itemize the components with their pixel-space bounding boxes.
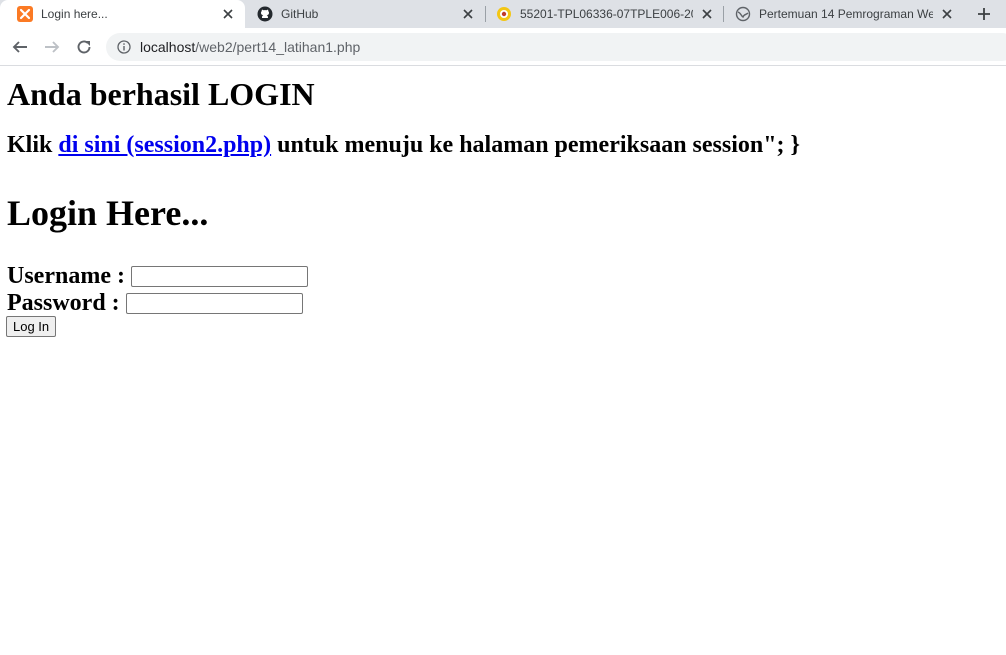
tab-elearning[interactable]: 55201-TPL06336-07TPLE006-202 bbox=[479, 0, 724, 28]
github-icon bbox=[257, 6, 273, 22]
session2-link[interactable]: di sini (session2.php) bbox=[58, 132, 271, 158]
back-icon[interactable] bbox=[11, 38, 29, 56]
tab-title: GitHub bbox=[281, 7, 319, 21]
line-suffix: untuk menuju ke halaman pemeriksaan sess… bbox=[271, 132, 801, 158]
url-path: /web2/pert14_latihan1.php bbox=[195, 39, 361, 55]
password-row: Password : bbox=[7, 290, 303, 317]
password-label: Password : bbox=[7, 290, 120, 316]
tab-login[interactable]: Login here... bbox=[0, 0, 245, 28]
reload-icon[interactable] bbox=[75, 38, 93, 56]
tab-title: 55201-TPL06336-07TPLE006-202 bbox=[520, 7, 693, 21]
username-row: Username : bbox=[7, 263, 308, 290]
globe-icon bbox=[735, 6, 751, 22]
tab-title: Login here... bbox=[41, 7, 108, 21]
close-icon[interactable] bbox=[220, 6, 236, 22]
close-icon[interactable] bbox=[699, 6, 715, 22]
browser-toolbar: localhost/web2/pert14_latihan1.php bbox=[0, 28, 1006, 66]
address-bar[interactable]: localhost/web2/pert14_latihan1.php bbox=[106, 33, 1006, 61]
close-icon[interactable] bbox=[460, 6, 476, 22]
tab-pertemuan[interactable]: Pertemuan 14 Pemrograman We bbox=[718, 0, 964, 28]
line-prefix: Klik bbox=[7, 132, 59, 158]
login-heading: Login Here... bbox=[7, 193, 209, 233]
password-input[interactable] bbox=[125, 293, 303, 314]
login-button[interactable]: Log In bbox=[6, 316, 57, 337]
xampp-icon bbox=[17, 6, 33, 22]
session-link-line: Klik di sini (session2.php) untuk menuju… bbox=[7, 132, 800, 159]
forward-icon[interactable] bbox=[43, 38, 61, 56]
tab-bar: Login here... GitHub 55201-TPL06336-07TP… bbox=[0, 0, 1006, 28]
close-icon[interactable] bbox=[939, 6, 955, 22]
page-content: Anda berhasil LOGIN Klik di sini (sessio… bbox=[0, 66, 1006, 655]
tab-github[interactable]: GitHub bbox=[240, 0, 485, 28]
username-label: Username : bbox=[7, 263, 125, 289]
info-icon[interactable] bbox=[117, 40, 131, 54]
success-message: Anda berhasil LOGIN bbox=[7, 76, 315, 112]
url-host: localhost bbox=[140, 39, 196, 55]
username-input[interactable] bbox=[130, 266, 308, 287]
elearning-icon bbox=[497, 7, 511, 21]
new-tab-icon[interactable] bbox=[975, 5, 993, 23]
tab-title: Pertemuan 14 Pemrograman We bbox=[759, 7, 933, 21]
